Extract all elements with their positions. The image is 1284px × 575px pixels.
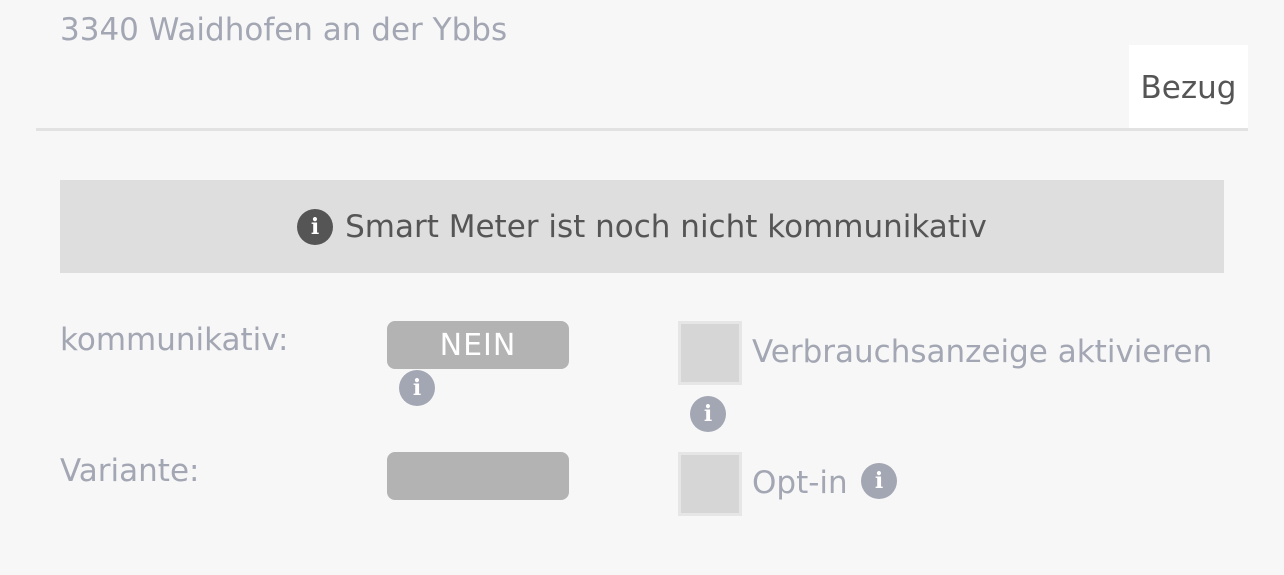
notice-text: Smart Meter ist noch nicht kommunikativ: [345, 208, 987, 245]
kommunikativ-label: kommunikativ:: [60, 322, 289, 358]
kommunikativ-info-icon[interactable]: i: [399, 370, 435, 406]
kommunikativ-status-badge: NEIN: [387, 321, 569, 369]
variante-label: Variante:: [60, 453, 200, 489]
smart-meter-notice: i Smart Meter ist noch nicht kommunikati…: [60, 180, 1224, 273]
optin-info-icon[interactable]: i: [861, 463, 897, 499]
info-icon: i: [297, 208, 334, 245]
tab-bezug[interactable]: Bezug: [1129, 45, 1248, 129]
address-text: 3340 Waidhofen an der Ybbs: [60, 12, 508, 48]
variante-value-badge: [387, 452, 569, 500]
tab-bezug-label: Bezug: [1140, 70, 1237, 106]
optin-label: Opt-in: [752, 465, 848, 501]
header-divider: [36, 128, 1248, 131]
verbrauchsanzeige-info-icon[interactable]: i: [690, 396, 726, 432]
verbrauchsanzeige-checkbox[interactable]: [678, 321, 742, 385]
verbrauchsanzeige-label: Verbrauchsanzeige aktivieren: [752, 334, 1213, 370]
optin-checkbox[interactable]: [678, 452, 742, 516]
